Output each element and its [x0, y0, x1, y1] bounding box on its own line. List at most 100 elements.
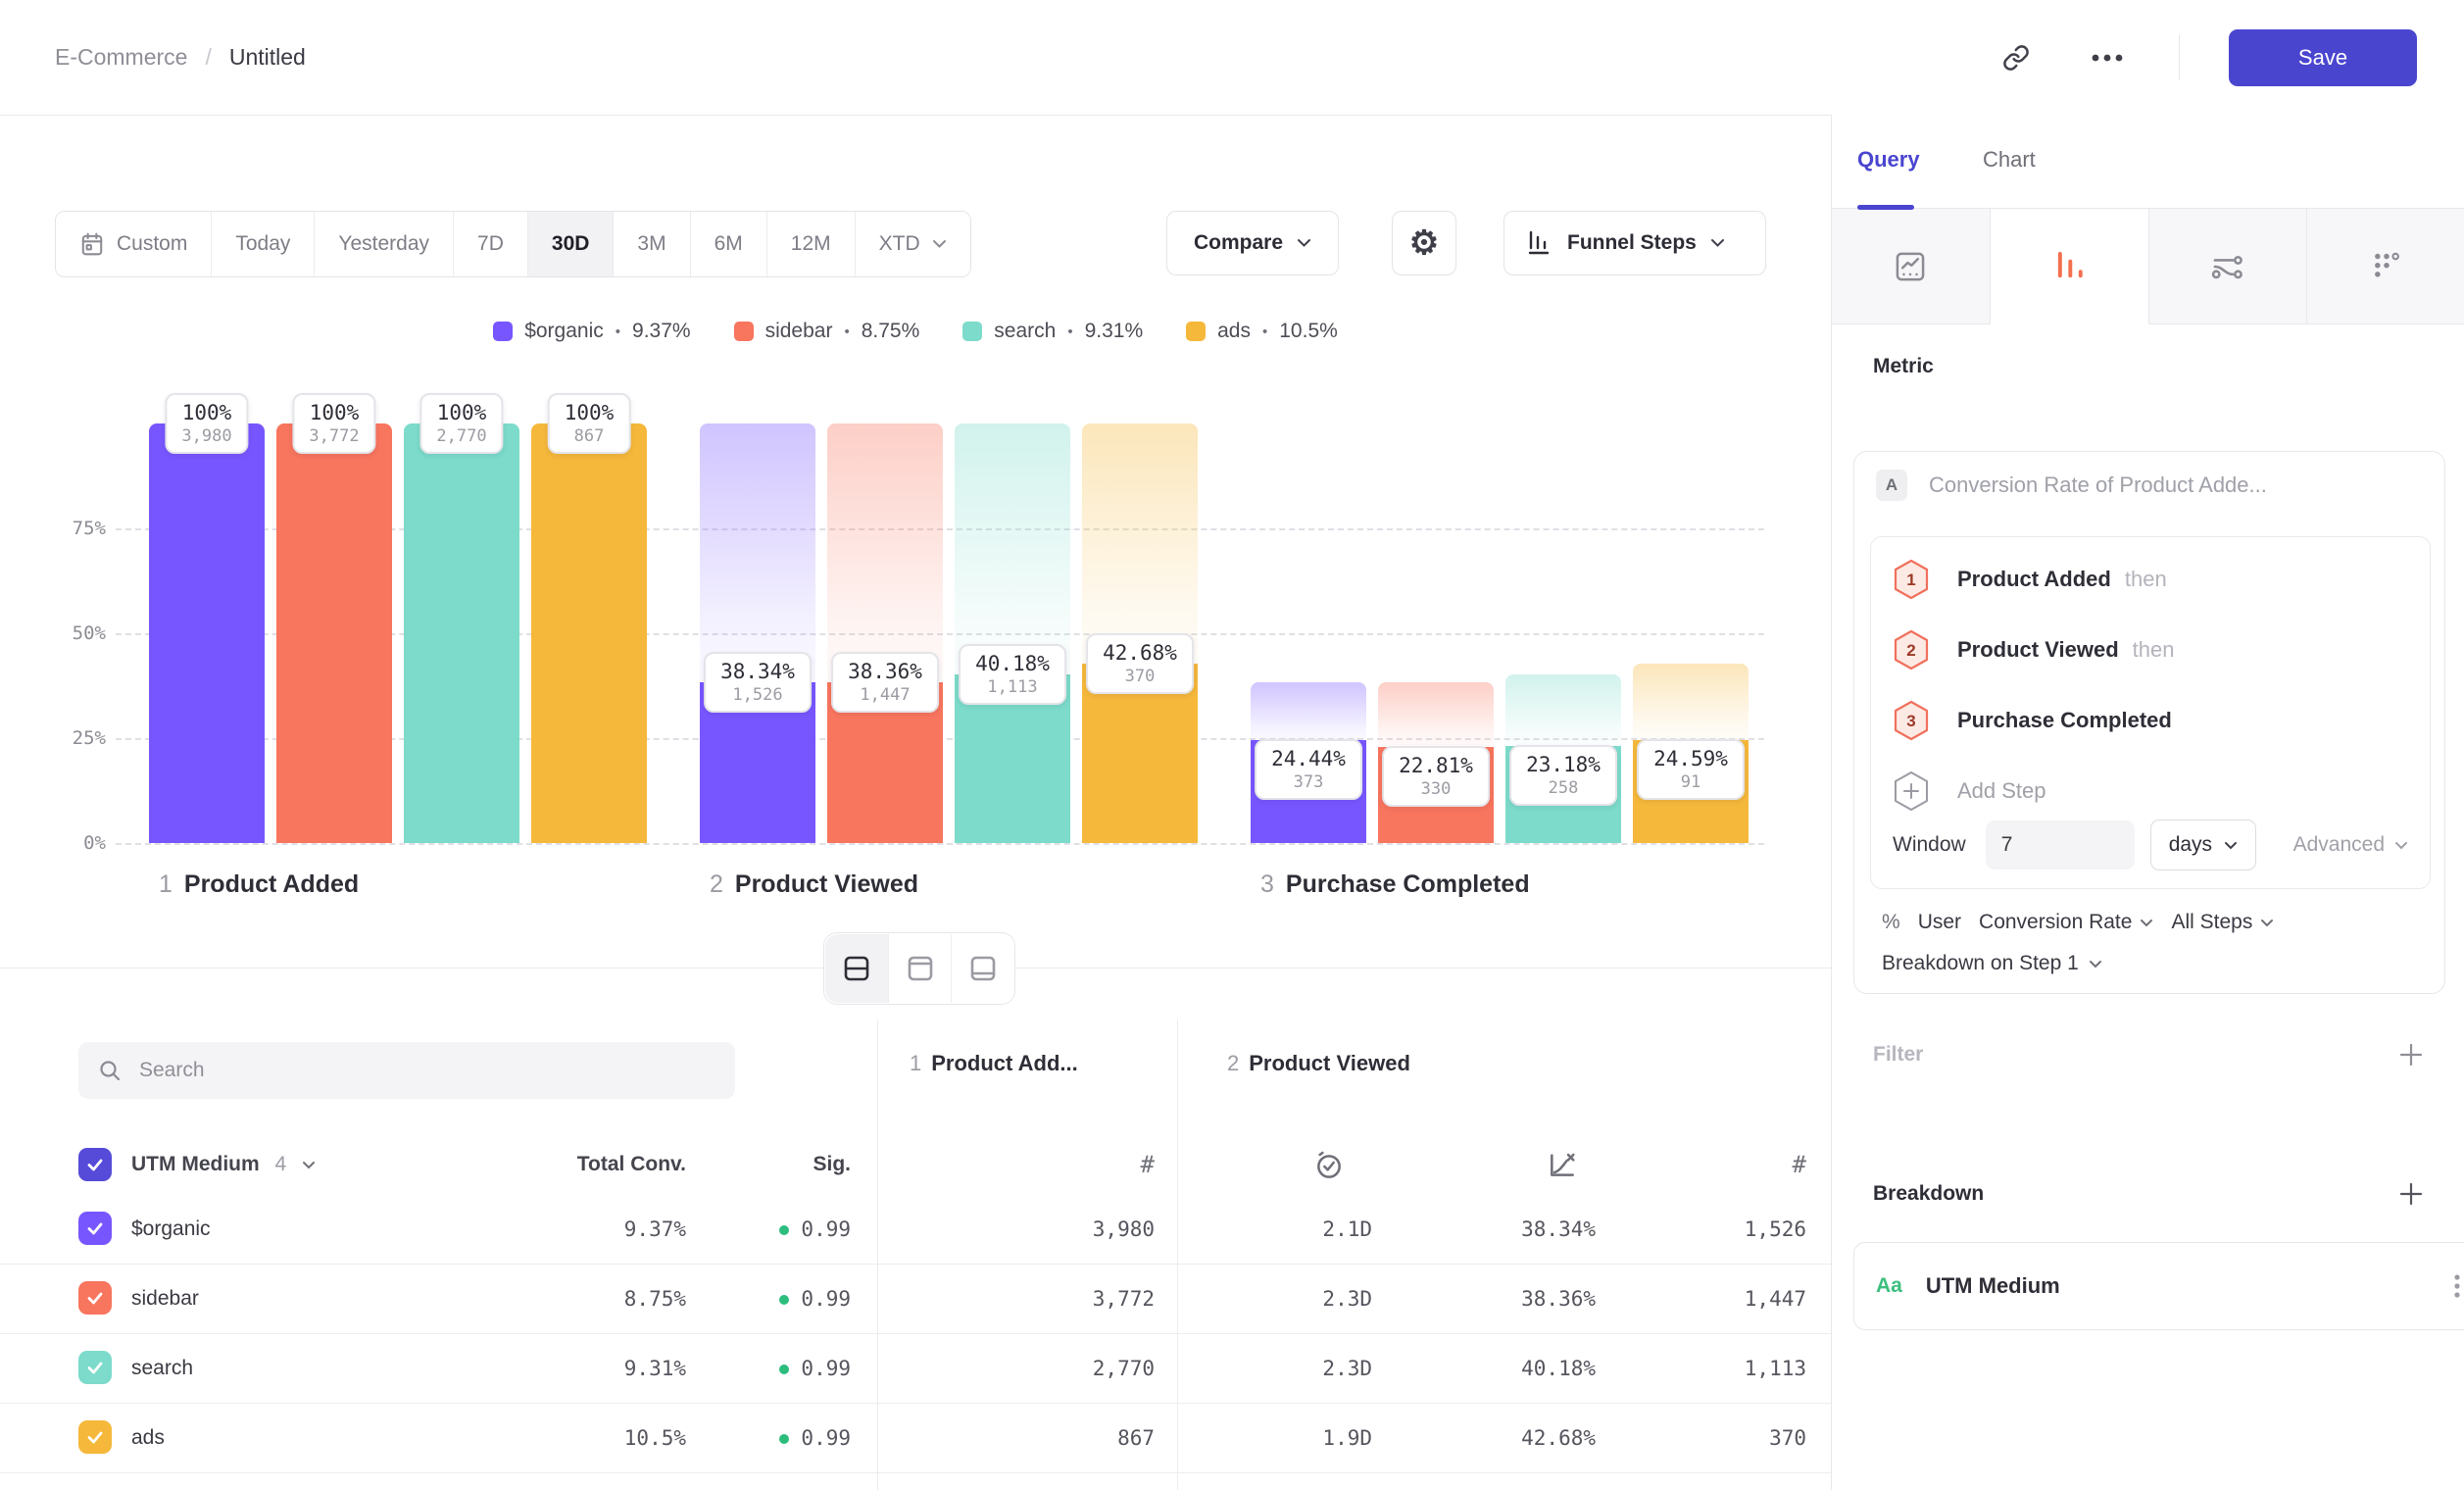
report-type-tabs	[1832, 208, 2464, 324]
bar-count: 1,113	[975, 677, 1050, 697]
measure-entity[interactable]: User	[1918, 911, 1961, 934]
query-step-1[interactable]: 1Product Addedthen	[1893, 559, 2167, 600]
chevron-down-icon	[2394, 841, 2408, 850]
layout-split-icon	[842, 954, 871, 983]
step2-count-cell: 370	[1591, 1426, 1806, 1450]
funnel-bar-search-step1[interactable]	[404, 423, 519, 843]
add-filter-button[interactable]	[2398, 1042, 2424, 1068]
bar-value-label: 38.34%1,526	[704, 652, 812, 713]
bar-count: 373	[1271, 772, 1346, 792]
sig-green-dot	[779, 1434, 789, 1444]
layout-chart-only-button[interactable]	[888, 934, 951, 1003]
step-then-suffix: then	[2133, 637, 2175, 663]
y-axis-label: 50%	[47, 622, 106, 644]
layout-table-only-button[interactable]	[951, 934, 1013, 1003]
tab-funnels[interactable]	[1991, 209, 2149, 324]
breakdown-heading: Breakdown	[1873, 1182, 1984, 1206]
bar-value-label: 23.18%258	[1509, 745, 1617, 806]
bar-pct: 24.44%	[1271, 747, 1346, 770]
significance-cell: 0.99	[635, 1426, 851, 1450]
retention-icon	[2370, 250, 2403, 283]
table-row-ads[interactable]: ads10.5%8671.9D42.68%3700.99	[0, 1403, 1831, 1473]
search-input[interactable]	[137, 1058, 715, 1083]
table-row-organic[interactable]: $organic9.37%3,9802.1D38.34%1,5260.99	[0, 1194, 1831, 1265]
table-row-sidebar[interactable]: sidebar8.75%3,7722.3D38.36%1,4470.99	[0, 1264, 1831, 1334]
more-options-button[interactable]	[2085, 47, 2130, 69]
bar-value-label: 100%867	[548, 393, 631, 454]
chevron-down-icon	[2089, 960, 2102, 968]
header-actions: Save	[1996, 0, 2417, 115]
bar-pct: 40.18%	[975, 652, 1050, 675]
step-name: Product Added	[184, 870, 359, 898]
metric-title-row[interactable]: A Conversion Rate of Product Adde...	[1876, 470, 2267, 501]
share-link-button[interactable]	[1996, 38, 2036, 77]
breakdown-item[interactable]: Aa UTM Medium	[1853, 1242, 2464, 1330]
conv-rate-column-icon[interactable]	[1547, 1149, 1578, 1180]
table-row-search[interactable]: search9.31%2,7702.3D40.18%1,1130.99	[0, 1333, 1831, 1404]
bar-pct: 24.59%	[1653, 747, 1728, 770]
step-event-name: Product Added	[1957, 567, 2111, 592]
group-label: UTM Medium	[131, 1153, 260, 1175]
measure-scope-dropdown[interactable]: All Steps	[2171, 911, 2274, 934]
insights-icon	[1894, 250, 1927, 283]
count-column-icon[interactable]: #	[1057, 1151, 1155, 1178]
window-value-input[interactable]	[1986, 820, 2135, 869]
step-number: 2	[1227, 1051, 1239, 1075]
funnel-bar-ads-step1[interactable]	[531, 423, 647, 843]
bar-pct: 100%	[436, 401, 486, 424]
breakdown-on-dropdown[interactable]: Breakdown on Step 1	[1882, 952, 2102, 975]
window-unit-select[interactable]: days	[2150, 820, 2256, 870]
bar-value-label: 24.59%91	[1637, 739, 1745, 800]
flows-icon	[2211, 250, 2244, 283]
kebab-menu-icon[interactable]	[2448, 1267, 2464, 1305]
row-name: ads	[131, 1426, 165, 1450]
conversion-window-row: Window days Advanced	[1893, 820, 2408, 870]
tab-insights[interactable]	[1832, 209, 1991, 324]
conv-rate-cell: 42.68%	[1380, 1426, 1596, 1450]
step-hexagon-badge: 1	[1893, 559, 1930, 600]
tab-retention[interactable]	[2307, 209, 2464, 324]
advanced-label: Advanced	[2293, 833, 2385, 857]
funnel-bar-ghost	[827, 423, 943, 682]
group-count: 4	[275, 1153, 287, 1175]
bar-count: 258	[1526, 778, 1601, 798]
bar-value-label: 38.36%1,447	[831, 652, 939, 713]
row-checkbox[interactable]	[78, 1212, 112, 1245]
row-checkbox[interactable]	[78, 1351, 112, 1384]
row-checkbox[interactable]	[78, 1420, 112, 1454]
layout-split-button[interactable]	[825, 934, 888, 1003]
tab-query[interactable]: Query	[1857, 147, 1920, 173]
advanced-toggle[interactable]: Advanced	[2293, 833, 2408, 857]
sig-header[interactable]: Sig.	[714, 1153, 851, 1176]
add-breakdown-button[interactable]	[2398, 1181, 2424, 1207]
step2-count-cell: 1,447	[1591, 1287, 1806, 1311]
step1-count-cell: 3,772	[939, 1287, 1155, 1311]
y-axis-label: 75%	[47, 518, 106, 539]
avg-time-column-icon[interactable]	[1313, 1149, 1345, 1180]
funnel-bar-sidebar-step1[interactable]	[276, 423, 392, 843]
add-step-button[interactable]: Add Step	[1893, 770, 2046, 812]
add-step-label: Add Step	[1957, 778, 2046, 804]
funnel-bar-organic-step1[interactable]	[149, 423, 265, 843]
measure-metric-dropdown[interactable]: Conversion Rate	[1979, 911, 2153, 934]
query-step-2[interactable]: 2Product Viewedthen	[1893, 629, 2174, 670]
tab-chart[interactable]: Chart	[1983, 147, 2036, 173]
bar-count: 91	[1653, 772, 1728, 792]
row-checkbox[interactable]	[78, 1281, 112, 1315]
save-button[interactable]: Save	[2229, 29, 2417, 86]
bar-value-label: 100%3,980	[165, 393, 248, 454]
y-axis-label: 0%	[47, 832, 106, 854]
query-step-3[interactable]: 3Purchase Completed	[1893, 700, 2172, 741]
group-column-header[interactable]: UTM Medium 4	[131, 1153, 316, 1176]
svg-text:2: 2	[1906, 641, 1915, 660]
total-conv-header[interactable]: Total Conv.	[529, 1153, 686, 1176]
step2-count-cell: 1,113	[1591, 1357, 1806, 1380]
window-label: Window	[1893, 833, 1966, 857]
count-column-icon[interactable]: #	[1708, 1151, 1806, 1178]
step1-count-cell: 2,770	[939, 1357, 1155, 1380]
bar-count: 2,770	[436, 426, 486, 446]
metric-card: A Conversion Rate of Product Adde... 1 Pr…	[1853, 451, 2445, 994]
svg-text:1: 1	[1906, 571, 1915, 589]
select-all-checkbox[interactable]	[78, 1148, 112, 1181]
tab-flows[interactable]	[2149, 209, 2308, 324]
